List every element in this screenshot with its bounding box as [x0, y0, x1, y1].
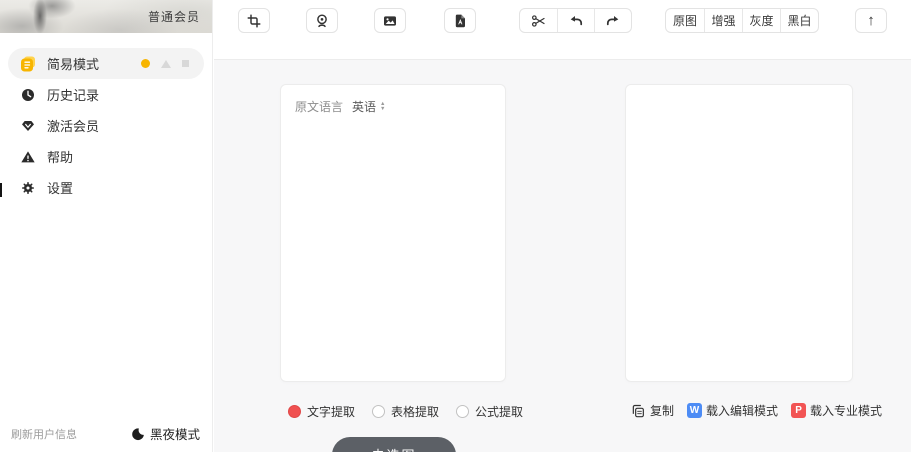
edit-mode-label: 载入编辑模式 — [706, 404, 779, 418]
member-level-badge: 普通会员 — [147, 10, 200, 24]
sidebar-item-label: 帮助 — [47, 150, 74, 165]
sidebar-footer: 刷新用户信息 黑夜模式 — [0, 424, 212, 443]
sidebar-item-simple-mode[interactable]: 简易模式 — [8, 48, 204, 79]
simple-mode-icon — [19, 55, 36, 72]
filter-enhance-button[interactable]: 增强 — [704, 9, 742, 32]
upload-button[interactable]: ↑ — [855, 8, 887, 33]
copy-icon — [632, 404, 644, 417]
moon-icon — [132, 427, 144, 440]
warning-triangle-icon — [19, 148, 36, 165]
screenshot-crop-button[interactable] — [238, 8, 270, 33]
word-badge-icon: W — [687, 403, 703, 418]
filter-blackwhite-button[interactable]: 黑白 — [780, 9, 818, 32]
radio-unselected-icon[interactable] — [456, 405, 470, 418]
undo-arrow-icon — [570, 15, 583, 25]
result-actions: 复制 W 载入编辑模式 P 载入专业模式 — [630, 402, 882, 419]
open-pdf-button[interactable] — [444, 8, 476, 33]
redo-arrow-icon — [606, 15, 619, 25]
content-area: 原文语言 英语 ▲ ▼ 文字提取 表格提取 公式提取 复制 W 载入编辑模式 P… — [214, 60, 911, 452]
go-select-image-button[interactable]: 去选图 — [332, 437, 456, 452]
refresh-user-info-link[interactable]: 刷新用户信息 — [11, 426, 77, 442]
vip-gem-icon — [19, 117, 36, 134]
load-pro-mode-button[interactable]: P 载入专业模式 — [791, 402, 882, 419]
load-edit-mode-button[interactable]: W 载入编辑模式 — [687, 402, 778, 419]
sidebar-item-label: 历史记录 — [47, 88, 100, 103]
square-indicator-icon[interactable] — [182, 60, 189, 67]
top-toolbar: 原图 增强 灰度 黑白 ↑ — [214, 0, 911, 60]
sidebar-item-help[interactable]: 帮助 — [8, 141, 204, 172]
sidebar-header-artwork: 普通会员 — [0, 0, 212, 33]
image-icon — [384, 15, 396, 26]
sidebar-item-history[interactable]: 历史记录 — [8, 79, 204, 110]
radio-table-extract[interactable]: 表格提取 — [372, 403, 439, 420]
copy-button[interactable]: 复制 — [630, 402, 674, 419]
clock-icon — [19, 86, 36, 103]
pro-mode-label: 载入专业模式 — [810, 404, 883, 418]
source-language-label: 原文语言 — [295, 100, 344, 114]
source-text-panel[interactable]: 原文语言 英语 ▲ ▼ — [280, 84, 506, 382]
sidebar-item-activate-membership[interactable]: 激活会员 — [8, 110, 204, 141]
scissors-icon — [531, 14, 545, 27]
gear-icon — [19, 179, 36, 196]
radio-text-extract[interactable]: 文字提取 — [288, 403, 355, 420]
webcam-icon — [317, 13, 327, 27]
open-image-button[interactable] — [374, 8, 406, 33]
radio-formula-extract[interactable]: 公式提取 — [456, 403, 523, 420]
night-mode-label: 黑夜模式 — [149, 428, 200, 442]
image-filter-group: 原图 增强 灰度 黑白 — [665, 8, 819, 33]
sidebar-item-settings[interactable]: 设置 — [8, 172, 204, 203]
source-language-value: 英语 — [352, 100, 377, 114]
language-row: 原文语言 英语 ▲ ▼ — [295, 98, 491, 115]
extract-mode-radios: 文字提取 表格提取 公式提取 — [288, 403, 523, 420]
triangle-indicator-icon[interactable] — [161, 59, 171, 68]
main-area: 原图 增强 灰度 黑白 ↑ 原文语言 英语 ▲ ▼ 文字提取 表格提取 公式提取… — [214, 0, 911, 452]
radio-label: 公式提取 — [475, 405, 524, 419]
result-panel[interactable] — [625, 84, 853, 382]
sidebar-item-label: 简易模式 — [47, 57, 100, 72]
sidebar-menu: 简易模式 历史记录 激活会员 帮助 设置 — [0, 33, 212, 203]
redo-button[interactable] — [594, 9, 631, 32]
source-language-select[interactable]: 英语 ▲ ▼ — [352, 98, 385, 115]
sidebar-item-label: 设置 — [47, 181, 74, 196]
mode-shape-indicators — [141, 59, 193, 68]
night-mode-toggle[interactable]: 黑夜模式 — [131, 424, 200, 443]
camera-capture-button[interactable] — [306, 8, 338, 33]
radio-label: 文字提取 — [307, 405, 356, 419]
radio-unselected-icon[interactable] — [372, 405, 386, 418]
sidebar: 普通会员 简易模式 历史记录 激活会员 帮助 设置 刷新用户信息 黑夜模式 — [0, 0, 213, 452]
circle-indicator-icon[interactable] — [141, 59, 150, 68]
crop-icon — [247, 14, 261, 27]
filter-grayscale-button[interactable]: 灰度 — [742, 9, 780, 32]
sidebar-item-label: 激活会员 — [47, 119, 100, 134]
pdf-file-icon — [455, 14, 465, 27]
copy-label: 复制 — [650, 404, 675, 418]
filter-original-button[interactable]: 原图 — [666, 9, 704, 32]
up-arrow-icon: ↑ — [867, 12, 875, 29]
radio-selected-icon[interactable] — [288, 405, 301, 418]
dropdown-arrows-icon: ▲ ▼ — [380, 101, 386, 112]
undo-button[interactable] — [557, 9, 594, 32]
pdf-badge-icon: P — [791, 403, 807, 418]
edit-history-group — [519, 8, 632, 33]
stray-edge-mark — [0, 183, 2, 197]
cut-button[interactable] — [520, 9, 557, 32]
radio-label: 表格提取 — [391, 405, 440, 419]
